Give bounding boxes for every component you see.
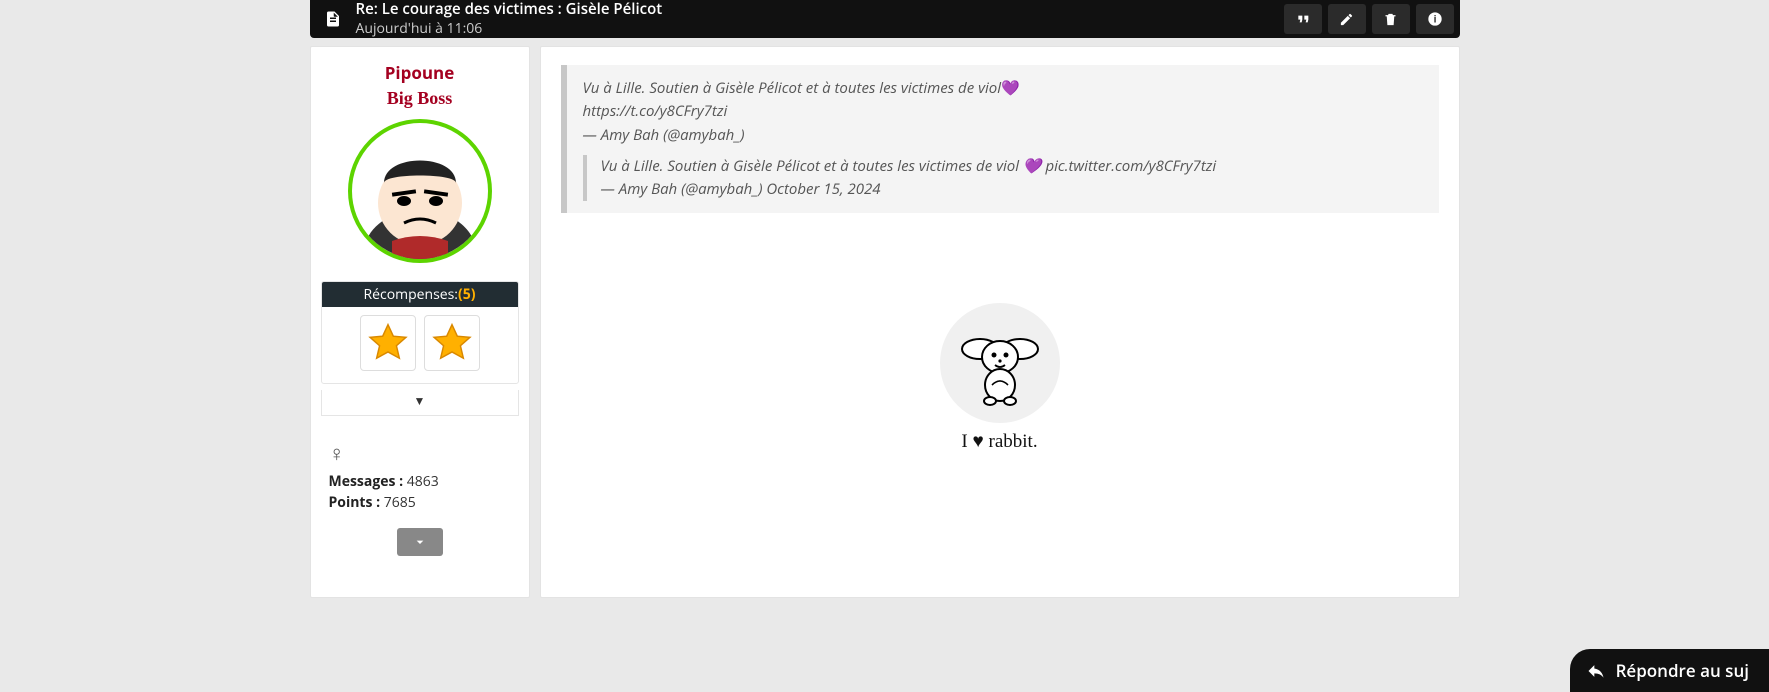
- quote-button[interactable]: [1284, 4, 1322, 34]
- messages-label: Messages :: [329, 472, 404, 491]
- rewards-box: Récompenses:(5): [321, 281, 519, 384]
- quote1-author: — Amy Bah (@amybah_): [583, 124, 1423, 147]
- post-body: Vu à Lille. Soutien à Gisèle Pélicot et …: [540, 46, 1460, 598]
- quote2-text: Vu à Lille. Soutien à Gisèle Pélicot et …: [601, 155, 1423, 178]
- reply-label: Répondre au suj: [1616, 659, 1749, 682]
- reward-star-icon: [424, 315, 480, 371]
- reward-star-icon: [360, 315, 416, 371]
- rewards-count: (5): [458, 285, 476, 304]
- gender-icon: ♀: [329, 438, 511, 468]
- signature: I ♥ rabbit.: [561, 303, 1439, 453]
- points-label: Points :: [329, 493, 381, 512]
- avatar[interactable]: [348, 119, 492, 263]
- user-rank: Big Boss: [311, 88, 529, 109]
- rewards-label: Récompenses:: [364, 285, 459, 304]
- points-value: 7685: [384, 493, 416, 512]
- post-header: Re: Le courage des victimes : Gisèle Pél…: [310, 0, 1460, 38]
- reply-button[interactable]: Répondre au suj: [1570, 649, 1769, 692]
- quote-block: Vu à Lille. Soutien à Gisèle Pélicot et …: [561, 65, 1439, 213]
- edit-button[interactable]: [1328, 4, 1366, 34]
- rewards-expand-button[interactable]: ▼: [321, 390, 519, 416]
- quote1-link[interactable]: https://t.co/y8CFry7tzi: [583, 100, 1423, 123]
- post-timestamp: Aujourd'hui à 11:06: [356, 20, 1278, 38]
- rabbit-icon: [940, 303, 1060, 423]
- profile-card: Pipoune Big Boss: [310, 46, 530, 598]
- profile-more-button[interactable]: [397, 528, 443, 556]
- signature-text: I ♥ rabbit.: [561, 431, 1439, 453]
- username[interactable]: Pipoune: [311, 61, 529, 84]
- quote1-text: Vu à Lille. Soutien à Gisèle Pélicot et …: [583, 78, 1002, 98]
- heart-icon: 💜: [1001, 78, 1020, 98]
- document-icon: [324, 10, 342, 28]
- svg-text:i: i: [1433, 12, 1436, 25]
- post-title: Re: Le courage des victimes : Gisèle Pél…: [356, 0, 1278, 20]
- delete-button[interactable]: [1372, 4, 1410, 34]
- info-button[interactable]: i: [1416, 4, 1454, 34]
- quote2-author: — Amy Bah (@amybah_) October 15, 2024: [601, 178, 1423, 201]
- messages-value: 4863: [407, 472, 439, 491]
